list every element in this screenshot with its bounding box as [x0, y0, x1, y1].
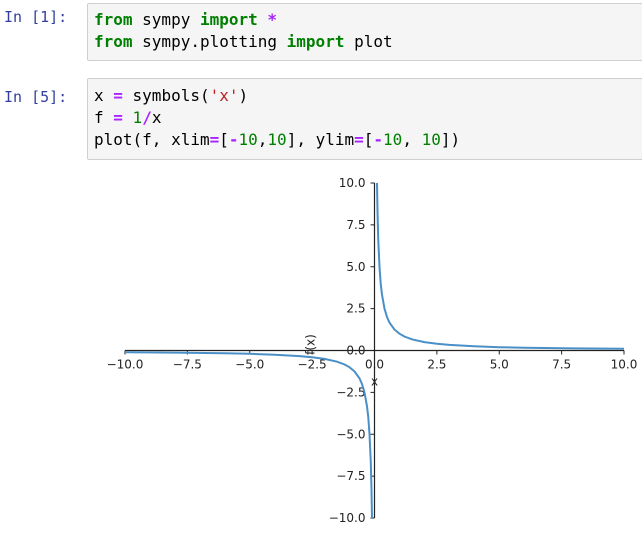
code-token: 'x' [209, 86, 239, 105]
y-tick-label: 10.0 [339, 176, 366, 190]
code-token: from [94, 10, 133, 29]
code-token: ], ylim [286, 130, 355, 149]
code-token: , [402, 130, 422, 149]
y-tick-label: −2.5 [336, 385, 365, 399]
plot-svg: −10.0 −7.5 −5.0 −2.5 0.0 2.5 5.0 7.5 10.0−10.0−7… [107, 176, 638, 525]
code-token: = [354, 130, 364, 149]
code-token: symbols( [122, 86, 210, 105]
series-line [124, 351, 373, 519]
plot-output: −10.0 −7.5 −5.0 −2.5 0.0 2.5 5.0 7.5 10.0 −10.0 −7… [0, 168, 642, 532]
x-tick-label: −10.0 [107, 358, 144, 372]
code-line: f = 1/x [94, 107, 161, 129]
code-token: = [113, 86, 123, 105]
x-tick-label: 10.0 [611, 358, 638, 372]
code-token: import [286, 32, 345, 51]
y-tick-label: −5.0 [336, 427, 365, 441]
y-axis-label: f(x) [304, 334, 318, 355]
y-tick-label: −7.5 [336, 469, 365, 483]
code-token: 1 [132, 108, 143, 127]
code-token: - [228, 130, 239, 149]
x-tick-label: −7.5 [173, 358, 202, 372]
code-token: 10 [238, 130, 258, 149]
code-token: * [267, 10, 278, 29]
y-tick-label: 5.0 [346, 260, 365, 274]
x-tick-label: 2.5 [427, 358, 446, 372]
code-token: sympy [132, 10, 200, 29]
code-token: [ [363, 130, 374, 149]
x-tick-label: 0.0 [365, 358, 384, 372]
code-token: f [94, 108, 114, 127]
x-tick-label: −5.0 [235, 358, 264, 372]
code-input-1[interactable]: from sympy import * from sympy.plotting … [87, 3, 642, 61]
y-tick-label: 2.5 [346, 302, 365, 316]
y-tick-label: 0.0 [346, 344, 365, 358]
code-token: / [142, 108, 152, 127]
code-token: 10 [267, 130, 287, 149]
code-cell-1: In [1]: from sympy import * from sympy.p… [0, 0, 642, 64]
series-line [376, 182, 625, 350]
cell-prompt: In [5]: [4, 88, 68, 106]
y-tick-label: 7.5 [346, 218, 365, 232]
y-tick-label: −10.0 [329, 511, 366, 525]
code-token: sympy.plotting [132, 32, 287, 51]
code-token: plot(f, xlim [94, 130, 210, 149]
code-token: = [113, 108, 123, 127]
code-line: x = symbols('x') [94, 85, 248, 107]
code-cell-2: In [5]: x = symbols('x') f = 1/x plot(f,… [0, 74, 642, 160]
code-line: from sympy.plotting import plot [94, 31, 393, 53]
code-token: x [151, 108, 162, 127]
code-token: 10 [383, 130, 403, 149]
code-line: from sympy import * [94, 9, 277, 31]
x-tick-label: 7.5 [552, 358, 571, 372]
code-token: from [94, 32, 133, 51]
code-token: ) [238, 86, 249, 105]
code-input-2[interactable]: x = symbols('x') f = 1/x plot(f, xlim=[-… [87, 78, 642, 160]
code-token: import [199, 10, 258, 29]
cell-prompt: In [1]: [4, 8, 68, 26]
code-token: = [209, 130, 220, 149]
code-token: [ [219, 130, 229, 149]
code-line: plot(f, xlim=[-10,10], ylim=[-10, 10]) [94, 129, 460, 151]
code-token: plot [344, 32, 393, 51]
code-token: , [257, 130, 268, 149]
x-axis-label: x [371, 375, 378, 389]
x-tick-label: −2.5 [298, 358, 327, 372]
x-tick-label: 5.0 [490, 358, 509, 372]
code-token: ]) [440, 130, 461, 149]
code-token: 10 [421, 130, 441, 149]
code-token: x [94, 86, 114, 105]
code-token: - [373, 130, 384, 149]
